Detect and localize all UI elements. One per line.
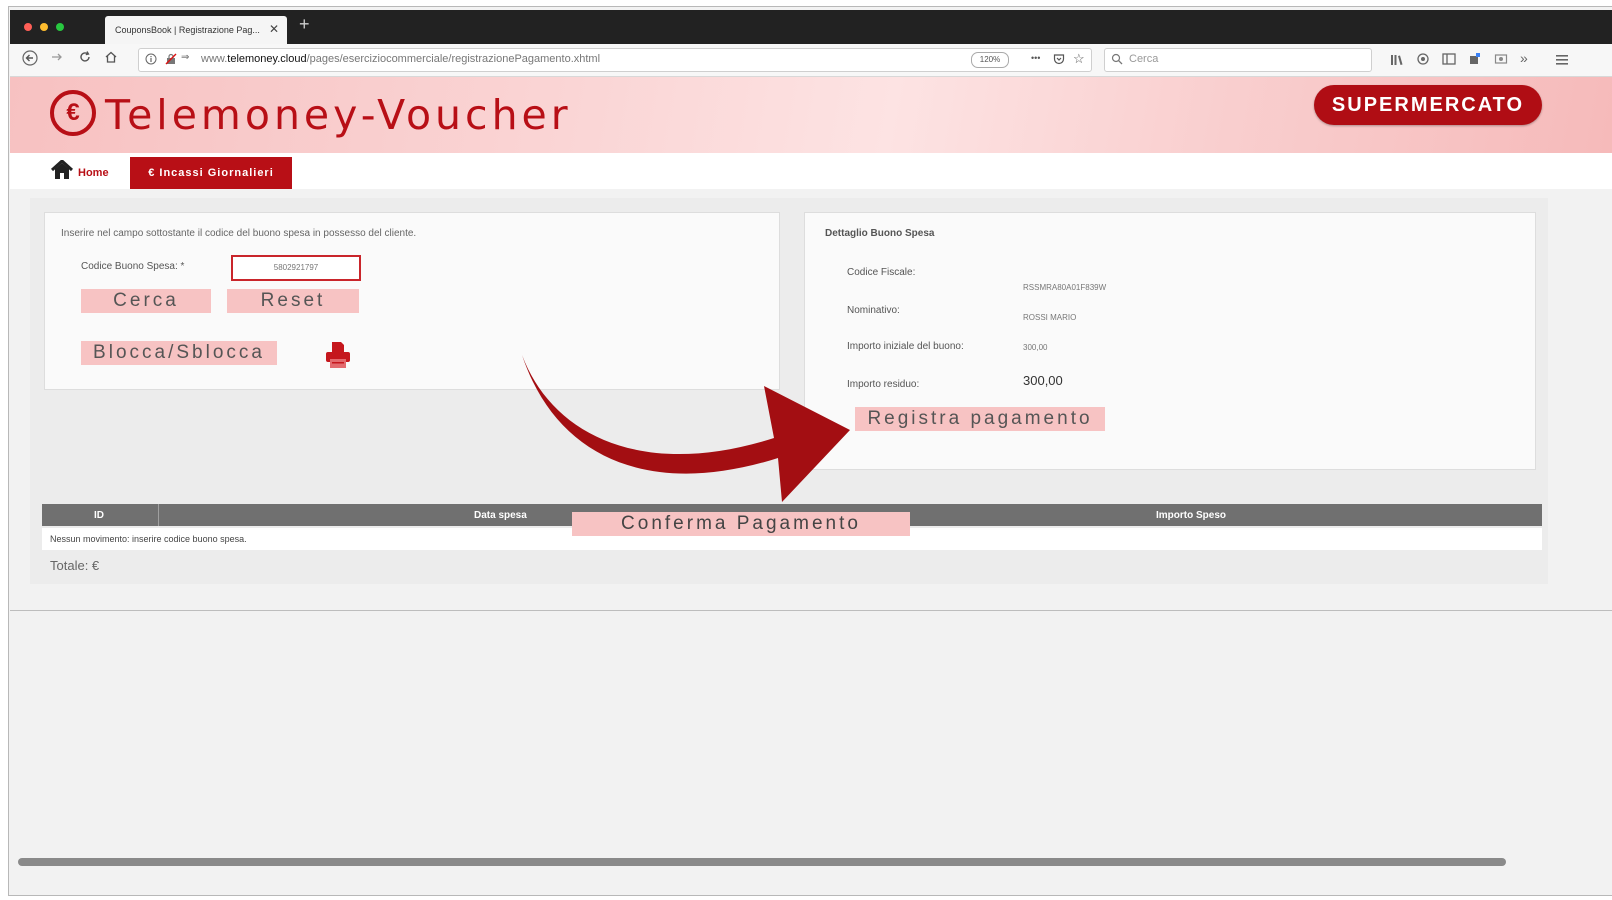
name-value: ROSSI MARIO [1023, 313, 1077, 322]
pocket-icon[interactable] [1053, 53, 1065, 68]
column-id: ID [94, 510, 104, 521]
column-separator [158, 504, 159, 526]
main-menu: Home € Incassi Giornalieri [10, 153, 1612, 189]
residual-amount-value: 300,00 [1023, 373, 1063, 388]
confirm-payment-button[interactable]: Conferma Pagamento [572, 512, 910, 536]
tab-title: CouponsBook | Registrazione Pag... [115, 25, 260, 35]
browser-tab[interactable]: CouponsBook | Registrazione Pag... ✕ [105, 16, 287, 44]
annotation-arrow-icon [522, 355, 850, 502]
initial-amount-value: 300,00 [1023, 343, 1048, 352]
column-importo-speso: Importo Speso [1156, 510, 1227, 521]
zoom-level[interactable]: 120% [971, 52, 1009, 68]
residual-amount-label: Importo residuo: [847, 379, 920, 390]
home-browser-icon[interactable] [104, 50, 118, 67]
voucher-code-input[interactable]: 5802921797 [231, 255, 361, 281]
hamburger-menu-icon[interactable] [1556, 53, 1568, 71]
initial-amount-label: Importo iniziale del buono: [847, 341, 964, 352]
euro-logo-icon: € [50, 90, 96, 136]
screenshot-icon[interactable] [1494, 52, 1508, 71]
horizontal-scrollbar[interactable] [18, 858, 1506, 866]
reset-button[interactable]: Reset [227, 289, 359, 313]
search-icon [1111, 53, 1123, 68]
name-label: Nominativo: [847, 305, 900, 316]
page-footer-line [10, 610, 1612, 611]
sync-icon[interactable] [1416, 52, 1430, 71]
url-text: www.telemoney.cloud/pages/eserciziocomme… [201, 53, 601, 65]
maximize-window-dot[interactable] [56, 23, 64, 31]
total-amount: Totale: € [50, 558, 100, 573]
new-tab-icon[interactable]: + [299, 14, 310, 35]
lock-unlock-button[interactable]: Blocca/Sblocca [81, 341, 277, 365]
back-icon[interactable] [22, 50, 38, 69]
sidebar-icon[interactable] [1442, 52, 1456, 71]
browser-nav-bar: ⇒ www.telemoney.cloud/pages/eserciziocom… [10, 44, 1612, 77]
column-data-spesa: Data spesa [474, 510, 527, 521]
instructions-text: Inserire nel campo sottostante il codice… [61, 228, 417, 239]
voucher-detail-panel: Dettaglio Buono Spesa Codice Fiscale: RS… [804, 212, 1536, 470]
fiscal-code-label: Codice Fiscale: [847, 267, 916, 278]
extension-icon[interactable] [1468, 52, 1482, 71]
browser-tab-bar: CouponsBook | Registrazione Pag... ✕ + [10, 10, 1612, 44]
detail-title: Dettaglio Buono Spesa [825, 228, 935, 239]
close-window-dot[interactable] [24, 23, 32, 31]
insecure-lock-icon[interactable] [165, 53, 177, 68]
register-payment-button[interactable]: Registra pagamento [855, 407, 1105, 431]
page-actions-icon[interactable]: ••• [1031, 53, 1040, 63]
url-bar[interactable]: ⇒ www.telemoney.cloud/pages/eserciziocom… [138, 48, 1092, 72]
info-icon[interactable] [145, 53, 157, 68]
permissions-icon[interactable]: ⇒ [181, 52, 189, 63]
menu-item-home[interactable]: Home [78, 167, 109, 179]
close-tab-icon[interactable]: ✕ [269, 22, 279, 36]
library-icon[interactable] [1390, 53, 1404, 71]
app-header: € Telemoney-Voucher SUPERMERCATO [10, 77, 1612, 153]
bookmark-star-icon[interactable]: ☆ [1073, 51, 1085, 67]
voucher-code-label: Codice Buono Spesa: * [81, 261, 185, 272]
menu-item-incassi-giornalieri[interactable]: € Incassi Giornalieri [130, 157, 292, 189]
empty-message: Nessun movimento: inserire codice buono … [50, 534, 247, 544]
search-button[interactable]: Cerca [81, 289, 211, 313]
search-bar[interactable]: Cerca [1104, 48, 1372, 72]
app-title: Telemoney-Voucher [105, 91, 572, 139]
print-icon[interactable] [325, 341, 351, 374]
forward-icon[interactable] [50, 50, 64, 67]
search-placeholder: Cerca [1129, 53, 1159, 65]
home-icon[interactable] [50, 158, 74, 185]
reload-icon[interactable] [78, 50, 92, 67]
minimize-window-dot[interactable] [40, 23, 48, 31]
store-type-badge: SUPERMERCATO [1314, 85, 1542, 125]
overflow-chevron-icon[interactable]: » [1520, 50, 1528, 66]
fiscal-code-value: RSSMRA80A01F839W [1023, 283, 1107, 292]
